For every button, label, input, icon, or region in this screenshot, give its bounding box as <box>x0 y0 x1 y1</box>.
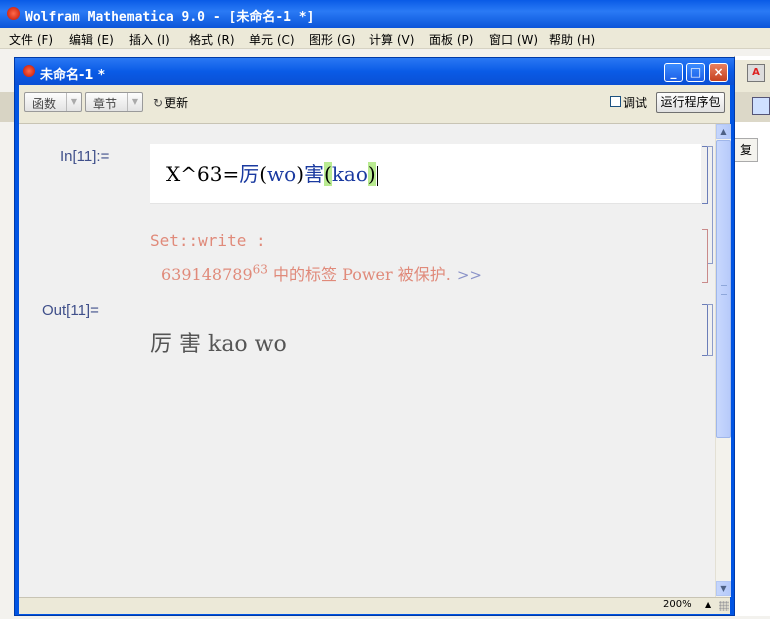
message-header: Set::write : <box>150 231 266 250</box>
input-paren: ( <box>259 162 268 186</box>
output-value: 厉 害 kao wo <box>150 332 287 357</box>
menu-graphics[interactable]: 图形 (G) <box>309 31 355 48</box>
mathematica-logo-icon <box>7 7 20 20</box>
debug-checkbox[interactable] <box>610 96 621 107</box>
background-toolbar-edge <box>0 92 14 122</box>
input-paren: ) <box>296 162 304 186</box>
vertical-scrollbar[interactable]: ▲ ▼ <box>715 124 731 597</box>
notebook-content[interactable]: In[11]:= X^63=厉(wo)害(kao) Set::write : 6… <box>19 124 714 596</box>
input-expression[interactable]: X^63=厉(wo)害(kao) <box>166 158 378 187</box>
scroll-up-button[interactable]: ▲ <box>716 124 731 139</box>
refresh-label: 更新 <box>164 96 189 110</box>
input-paren-highlight: ( <box>324 162 332 186</box>
minimize-button[interactable]: _ <box>664 63 683 82</box>
input-paren-highlight: ) <box>367 162 376 186</box>
resize-grip-icon[interactable] <box>719 601 729 611</box>
menu-evaluation[interactable]: 计算 (V) <box>369 31 414 48</box>
input-symbol-1: 厉 <box>239 162 260 186</box>
zoom-level[interactable]: 200% <box>663 599 692 610</box>
scroll-thumb[interactable] <box>716 140 731 438</box>
input-arg-1: wo <box>267 162 297 186</box>
scroll-down-button[interactable]: ▼ <box>716 581 731 596</box>
message-more-link[interactable]: >> <box>457 266 482 284</box>
menu-file[interactable]: 文件 (F) <box>9 31 53 48</box>
input-label: In[11]:= <box>60 148 110 165</box>
input-arg-2: kao <box>331 162 368 186</box>
status-bar: 200% ▲ <box>19 597 730 614</box>
menu-edit[interactable]: 编辑 (E) <box>69 31 114 48</box>
input-symbol-2: 害 <box>304 162 324 186</box>
output-label: Out[11]= <box>42 302 99 319</box>
menu-help[interactable]: 帮助 (H) <box>549 31 595 48</box>
menu-palettes[interactable]: 面板 (P) <box>429 31 473 48</box>
section-dropdown-label: 章节 <box>93 97 118 111</box>
message-bracket[interactable] <box>702 229 708 283</box>
notebook-client: 函数 ▼ 章节 ▼ ↻更新 调试 运行程序包 In[11]:= X^63=厉(w… <box>19 85 731 614</box>
menu-insert[interactable]: 插入 (I) <box>129 31 170 48</box>
run-package-button[interactable]: 运行程序包 <box>656 92 725 113</box>
menu-window[interactable]: 窗口 (W) <box>489 31 538 48</box>
text-cursor <box>376 165 378 186</box>
maximize-button[interactable]: □ <box>686 63 705 82</box>
background-side-button[interactable]: 复 <box>734 138 758 162</box>
app-title: Wolfram Mathematica 9.0 - [未命名-1 *] <box>25 10 315 25</box>
section-dropdown[interactable]: 章节 ▼ <box>85 92 143 112</box>
notebook-title-bar[interactable]: 未命名-1 * _ □ × <box>15 58 734 85</box>
notebook-window: 未命名-1 * _ □ × 函数 ▼ 章节 ▼ ↻更新 调试 运行程序包 In[… <box>14 57 735 616</box>
menu-cell[interactable]: 单元 (C) <box>249 31 295 48</box>
input-prefix: X^63= <box>166 162 240 186</box>
notebook-title: 未命名-1 * <box>40 68 105 83</box>
functions-dropdown[interactable]: 函数 ▼ <box>24 92 82 112</box>
chevron-down-icon: ▼ <box>66 93 81 111</box>
palette-icon[interactable] <box>752 97 770 115</box>
menu-format[interactable]: 格式 (R) <box>189 31 235 48</box>
notebook-toolbar: 函数 ▼ 章节 ▼ ↻更新 调试 运行程序包 <box>19 85 730 124</box>
chevron-down-icon: ▼ <box>127 93 142 111</box>
spelling-icon[interactable]: A <box>747 64 765 82</box>
menu-bar: 文件 (F) 编辑 (E) 插入 (I) 格式 (R) 单元 (C) 图形 (G… <box>0 28 770 49</box>
refresh-icon: ↻ <box>153 96 164 110</box>
grip-icon <box>721 285 727 295</box>
notebook-logo-icon <box>23 65 35 77</box>
debug-label: 调试 <box>623 96 648 110</box>
functions-dropdown-label: 函数 <box>32 97 57 111</box>
output-group-bracket[interactable] <box>707 304 713 356</box>
app-title-bar: Wolfram Mathematica 9.0 - [未命名-1 *] <box>0 0 770 28</box>
message-exponent: 63 <box>252 262 268 277</box>
message-base: 639148789 <box>161 265 253 284</box>
message-text: 中的标签 Power 被保护. <box>267 265 451 284</box>
refresh-button[interactable]: ↻更新 <box>153 94 188 111</box>
close-button[interactable]: × <box>709 63 728 82</box>
message-body: 63914878963 中的标签 Power 被保护. >> <box>161 261 482 285</box>
input-cell[interactable]: X^63=厉(wo)害(kao) <box>150 144 701 204</box>
zoom-up-icon[interactable]: ▲ <box>705 600 711 609</box>
